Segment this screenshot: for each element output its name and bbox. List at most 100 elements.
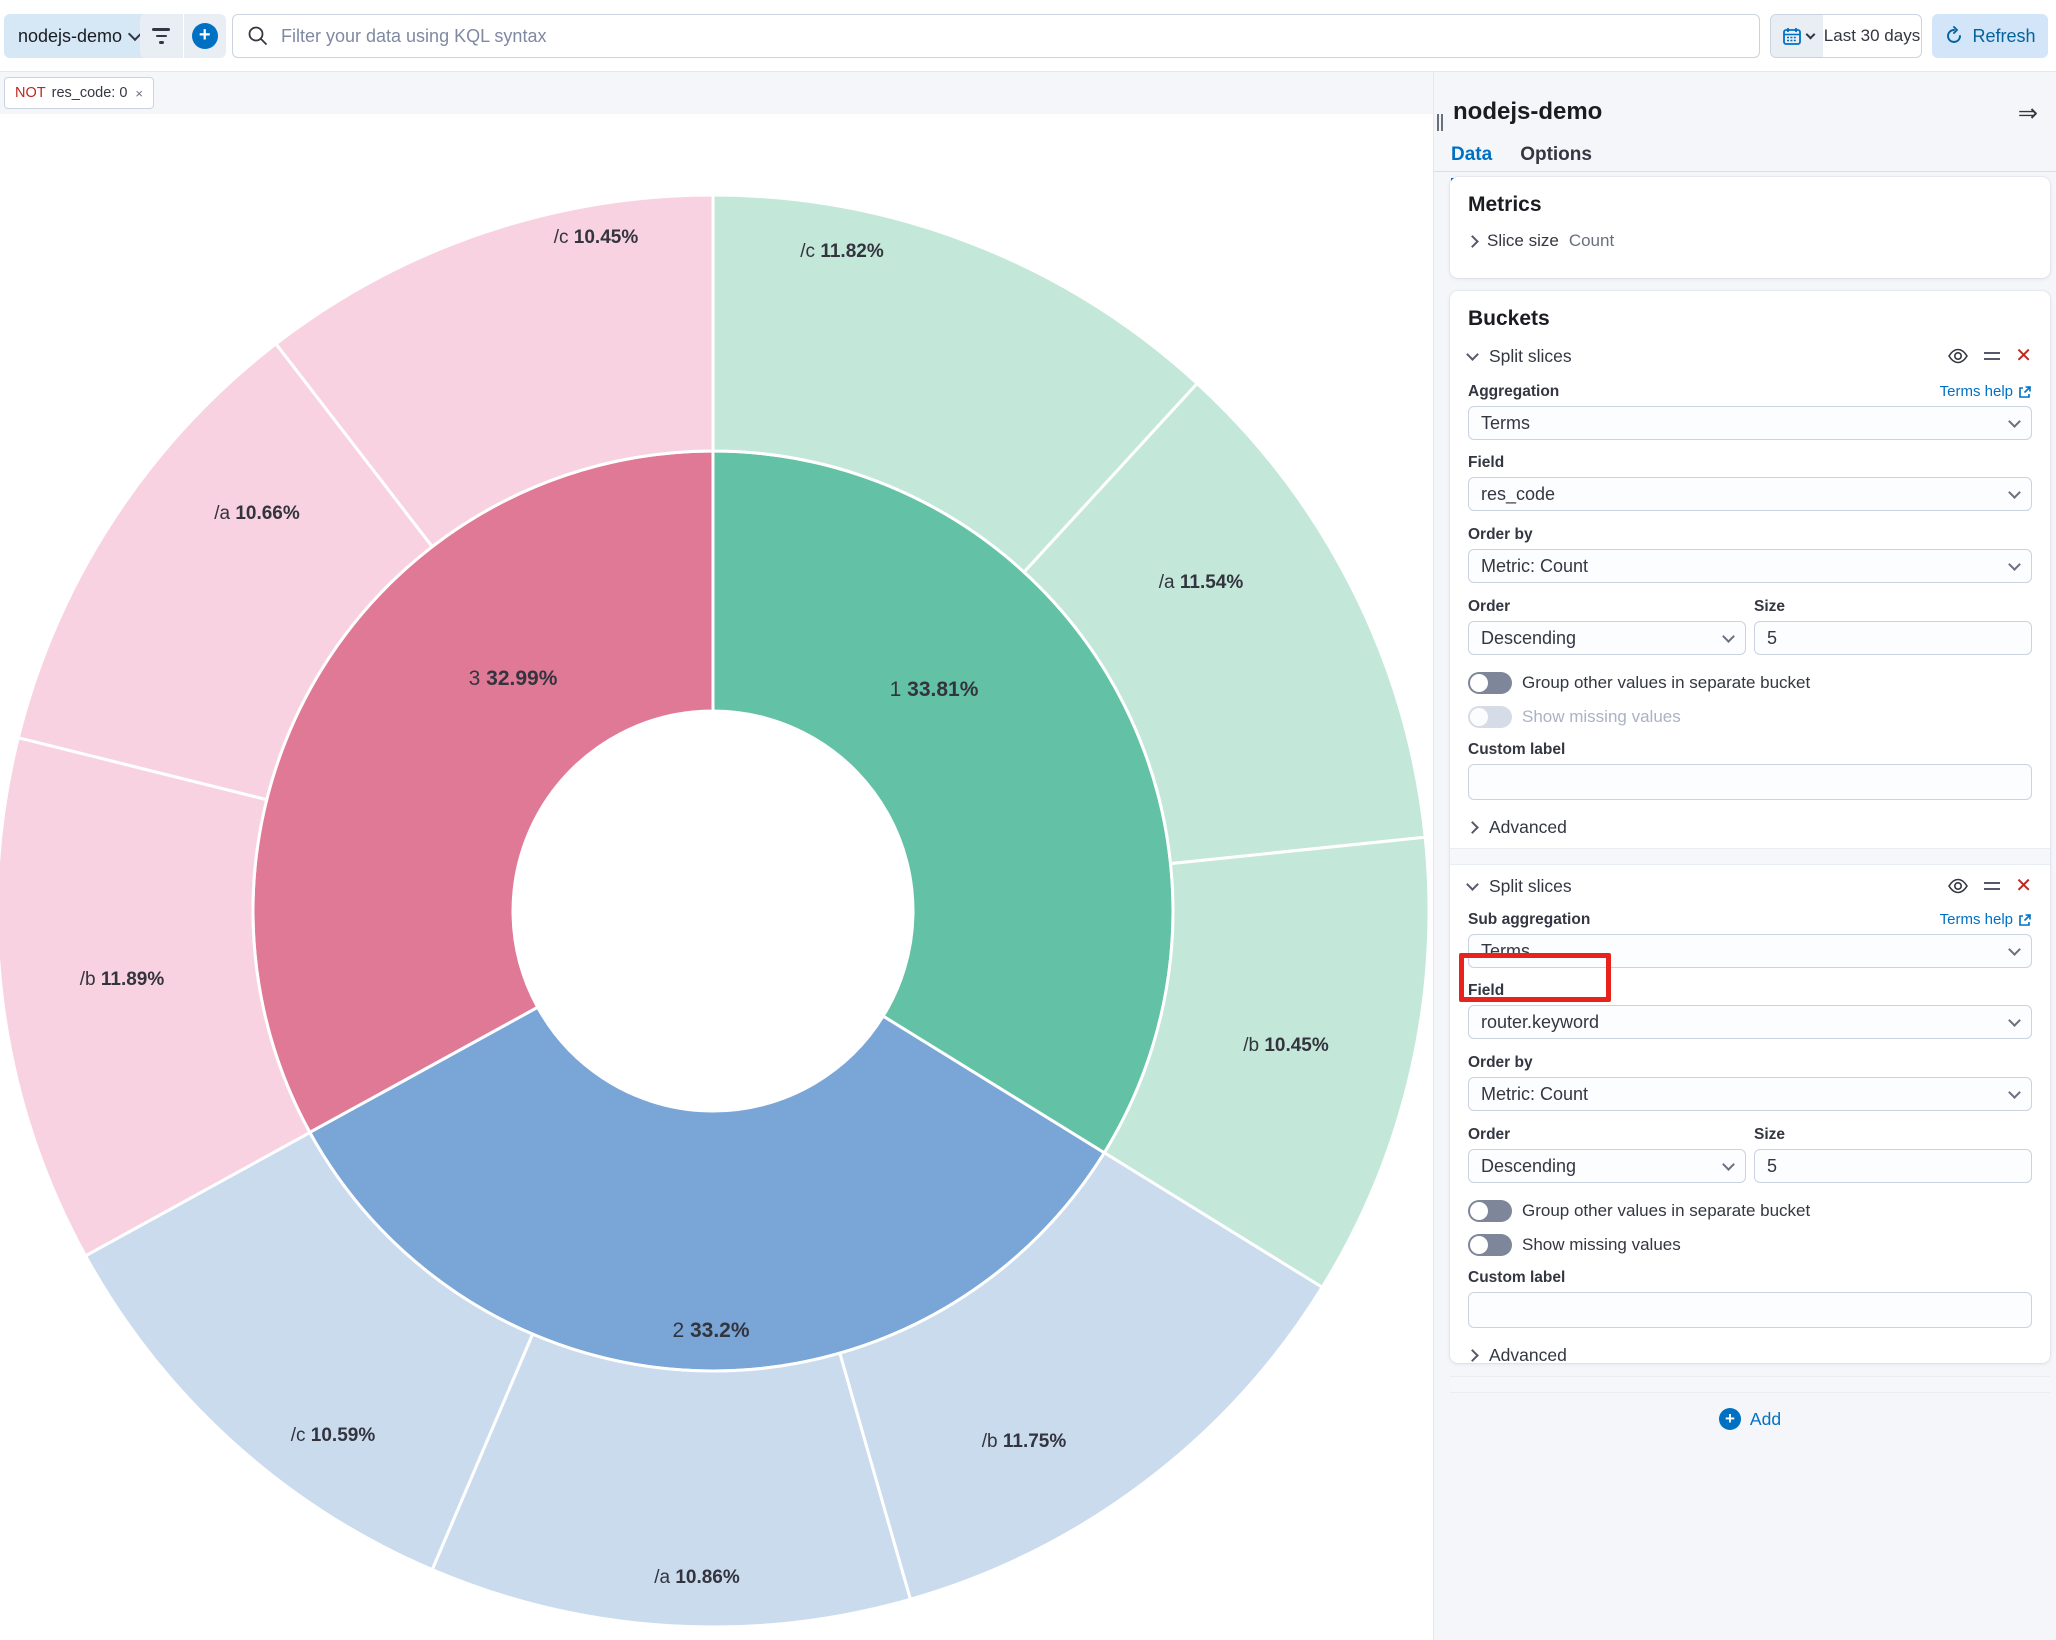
data-source-label: nodejs-demo xyxy=(18,26,122,47)
external-link-icon xyxy=(2018,913,2032,927)
slice-label-1-/a: /a 11.54% xyxy=(1159,572,1244,593)
refresh-button[interactable]: Refresh xyxy=(1932,14,2048,58)
terms-help-link[interactable]: Terms help xyxy=(1940,911,2032,928)
chevron-right-icon xyxy=(1466,1349,1479,1362)
slice-label-2-/a: /a 10.86% xyxy=(654,1567,740,1588)
sub-aggregation-row: Sub aggregation Terms help Terms xyxy=(1450,911,2050,968)
size-label: Size xyxy=(1754,598,1785,615)
add-filter-button[interactable] xyxy=(140,14,183,58)
slice-size-accordion[interactable]: Slice size Count xyxy=(1450,217,2050,251)
orderby-select[interactable]: Metric: Count xyxy=(1468,549,2032,583)
custom-label-label: Custom label xyxy=(1468,1269,1565,1286)
chevron-down-icon[interactable] xyxy=(1466,348,1479,361)
orderby-label: Order by xyxy=(1468,526,1533,543)
size-input[interactable] xyxy=(1754,621,2032,655)
tab-options[interactable]: Options xyxy=(1520,144,1592,181)
slice-label-1-/b: /b 10.45% xyxy=(1243,1035,1329,1056)
drag-handle-icon[interactable] xyxy=(1983,879,2001,893)
chevron-down-icon[interactable] xyxy=(1466,878,1479,891)
field-select[interactable]: res_code xyxy=(1468,477,2032,511)
sub-aggregation-label: Sub aggregation xyxy=(1468,911,1590,929)
slice-label-3-/c: /c 10.45% xyxy=(554,227,639,248)
sunburst-chart: 1 33.81%/c 11.82%/a 11.54%/b 10.45%2 33.… xyxy=(0,114,1433,1640)
metric-row-label: Slice size xyxy=(1487,231,1559,251)
group-other-toggle-row-2: Group other values in separate bucket xyxy=(1450,1200,2050,1222)
split-slices-accordion-2: Split slices ✕ xyxy=(1450,865,2050,897)
chevron-down-icon xyxy=(2008,1014,2021,1027)
aggregation-label: Aggregation xyxy=(1468,383,1559,401)
order-label: Order xyxy=(1468,1126,1510,1143)
plus-circle-icon: + xyxy=(1719,1408,1741,1430)
size-label: Size xyxy=(1754,1126,1785,1143)
show-missing-toggle[interactable] xyxy=(1468,1234,1512,1256)
show-missing-toggle[interactable] xyxy=(1468,706,1512,728)
order-select[interactable]: Descending xyxy=(1468,1149,1746,1183)
sub-aggregation-select[interactable]: Terms xyxy=(1468,934,2032,968)
custom-label-row: Custom label xyxy=(1450,741,2050,800)
filter-negate-label: NOT xyxy=(15,85,46,101)
group-other-toggle[interactable] xyxy=(1468,672,1512,694)
chevron-down-icon xyxy=(2008,558,2021,571)
delete-bucket-icon[interactable]: ✕ xyxy=(2015,876,2032,896)
kql-search-bar[interactable] xyxy=(232,14,1760,58)
drag-handle-icon[interactable] xyxy=(1983,349,2001,363)
terms-help-link[interactable]: Terms help xyxy=(1940,383,2032,400)
tab-data[interactable]: Data xyxy=(1451,144,1492,181)
slice-label-1: 1 33.81% xyxy=(890,678,979,701)
slice-label-2-/b: /b 11.75% xyxy=(982,1431,1067,1452)
custom-label-input[interactable] xyxy=(1468,764,2032,800)
panel-resize-handle[interactable] xyxy=(1437,114,1445,131)
date-picker-button[interactable] xyxy=(1771,15,1823,57)
data-source-selector[interactable]: nodejs-demo xyxy=(4,14,154,58)
show-missing-label: Show missing values xyxy=(1522,707,1681,727)
collapse-panel-icon[interactable]: ⇒ xyxy=(2018,102,2038,126)
advanced-accordion-1[interactable]: Advanced xyxy=(1450,817,2050,838)
group-other-toggle-row: Group other values in separate bucket xyxy=(1450,672,2050,694)
chevron-down-icon xyxy=(1722,1158,1735,1171)
chevron-right-icon xyxy=(1466,821,1479,834)
order-select[interactable]: Descending xyxy=(1468,621,1746,655)
show-missing-label: Show missing values xyxy=(1522,1235,1681,1255)
delete-bucket-icon[interactable]: ✕ xyxy=(2015,346,2032,366)
add-bucket-button[interactable]: + Add xyxy=(1450,1393,2050,1430)
remove-filter-icon[interactable]: × xyxy=(135,86,143,101)
metrics-title: Metrics xyxy=(1450,177,2050,217)
split-slices-label[interactable]: Split slices xyxy=(1489,876,1572,897)
vis-editor-panel: nodejs-demo ⇒ Data Options Metrics Slice… xyxy=(1433,72,2056,1640)
tabs-divider xyxy=(1434,171,2056,172)
editor-tabs: Data Options xyxy=(1451,144,1592,181)
eye-icon[interactable] xyxy=(1947,345,1969,367)
kql-search-input[interactable] xyxy=(281,26,1745,47)
advanced-accordion-2[interactable]: Advanced xyxy=(1450,1345,2050,1366)
size-input[interactable] xyxy=(1754,1149,2032,1183)
eye-icon[interactable] xyxy=(1947,875,1969,897)
aggregation-row: Aggregation Terms help Terms xyxy=(1450,383,2050,440)
order-size-row: Order Descending Size xyxy=(1450,598,2050,655)
aggregation-select[interactable]: Terms xyxy=(1468,406,2032,440)
kibana-visualize-editor: nodejs-demo + xyxy=(0,0,2056,1640)
custom-label-input[interactable] xyxy=(1468,1292,2032,1328)
time-picker: Last 30 days xyxy=(1770,14,1922,58)
metrics-card: Metrics Slice size Count xyxy=(1450,177,2050,278)
slice-label-3-/a: /a 10.66% xyxy=(214,503,300,524)
filter-pill-not-res-code[interactable]: NOT res_code: 0 × xyxy=(4,77,154,109)
orderby-select[interactable]: Metric: Count xyxy=(1468,1077,2032,1111)
section-divider xyxy=(1450,848,2050,865)
group-other-label: Group other values in separate bucket xyxy=(1522,1201,1810,1221)
field-select-router-keyword[interactable]: router.keyword xyxy=(1468,1005,2032,1039)
buckets-title: Buckets xyxy=(1450,291,2050,331)
add-query-button[interactable]: + xyxy=(183,14,227,58)
chevron-down-icon xyxy=(2008,486,2021,499)
chevron-down-icon xyxy=(1722,630,1735,643)
time-range-label: Last 30 days xyxy=(1824,26,1920,46)
split-slices-label[interactable]: Split slices xyxy=(1489,346,1572,367)
buckets-card: Buckets Split slices ✕ xyxy=(1450,291,2050,1363)
group-other-toggle[interactable] xyxy=(1468,1200,1512,1222)
slice-label-2-/c: /c 10.59% xyxy=(291,1425,376,1446)
section-divider xyxy=(1450,1376,2050,1393)
filter-icon xyxy=(152,28,170,44)
custom-label-row-2: Custom label xyxy=(1450,1269,2050,1328)
field-row-2: Field router.keyword xyxy=(1450,982,2050,1039)
time-range-button[interactable]: Last 30 days xyxy=(1823,15,1921,57)
metric-row-value: Count xyxy=(1569,231,1614,251)
